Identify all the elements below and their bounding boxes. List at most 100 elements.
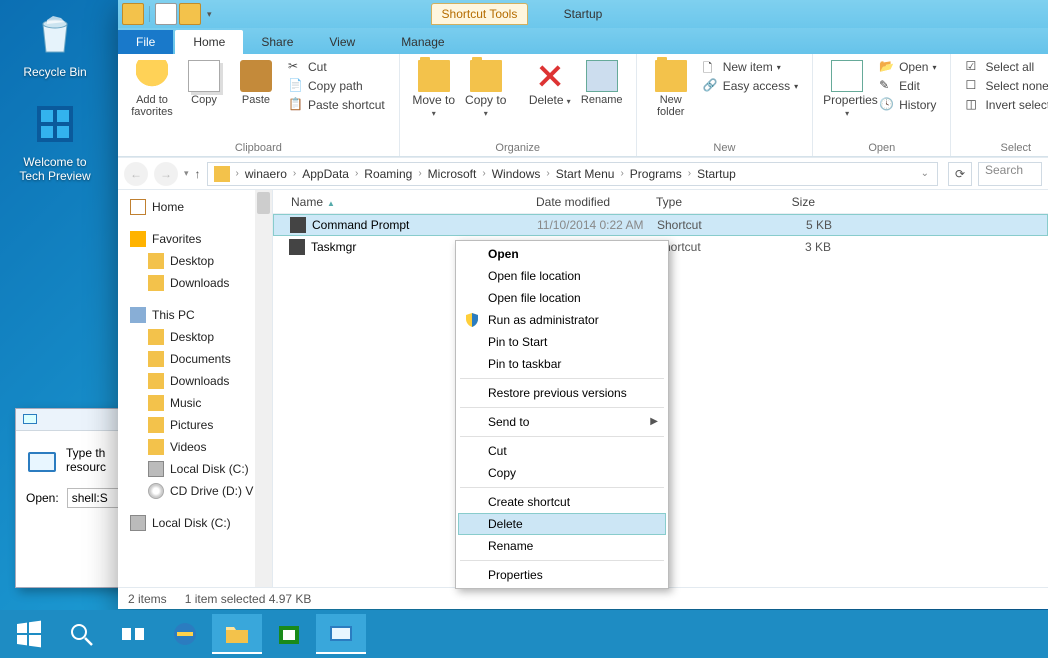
run-titlebar[interactable] [16, 409, 134, 431]
nav-back-button[interactable]: ← [124, 162, 148, 186]
status-item-count: 2 items [128, 592, 167, 606]
sidebar-item-pictures[interactable]: Pictures [126, 414, 272, 436]
sidebar-item-videos[interactable]: Videos [126, 436, 272, 458]
sidebar-item-downloads2[interactable]: Downloads [126, 370, 272, 392]
ctx-delete[interactable]: Delete [458, 513, 666, 535]
properties-button[interactable]: Properties ▾ [823, 58, 871, 119]
start-button[interactable] [4, 614, 54, 654]
paste-shortcut-button[interactable]: 📋Paste shortcut [284, 96, 389, 114]
open-icon: 📂 [879, 59, 895, 75]
file-row-commandprompt[interactable]: Command Prompt 11/10/2014 0:22 AM Shortc… [273, 214, 1048, 236]
shield-icon [464, 312, 480, 328]
tab-file[interactable]: File [118, 30, 173, 54]
taskbar-ie[interactable] [160, 614, 210, 654]
ctx-open[interactable]: Open [458, 243, 666, 265]
nav-pane: Home Favorites Desktop Downloads This PC… [118, 190, 273, 587]
history-button[interactable]: 🕓History [875, 96, 940, 114]
copy-path-icon: 📄 [288, 78, 304, 94]
taskbar [0, 610, 1048, 658]
run-text: Type th [66, 446, 106, 460]
qat-newfolder-icon[interactable] [179, 3, 201, 25]
nav-up-button[interactable]: ↑ [195, 167, 201, 181]
star-icon [130, 231, 146, 247]
cut-button[interactable]: ✂Cut [284, 58, 389, 76]
sidebar-item-desktop2[interactable]: Desktop [126, 326, 272, 348]
search-icon [67, 620, 95, 648]
windows-icon [15, 620, 43, 648]
qat-customize-icon[interactable]: ▾ [203, 9, 216, 20]
ctx-restore[interactable]: Restore previous versions [458, 382, 666, 404]
ctx-run-admin[interactable]: Run as administrator [458, 309, 666, 331]
select-all-button[interactable]: ☑Select all [961, 58, 1048, 76]
folder-icon [655, 60, 687, 92]
easy-access-button[interactable]: 🔗Easy access ▾ [699, 77, 802, 95]
sidebar-item-home[interactable]: Home [126, 196, 272, 218]
recycle-bin[interactable]: Recycle Bin [15, 10, 95, 79]
disk-icon [148, 461, 164, 477]
ctx-pin-taskbar[interactable]: Pin to taskbar [458, 353, 666, 375]
open-button[interactable]: 📂Open ▾ [875, 58, 940, 76]
new-item-button[interactable]: 🗋New item ▾ [699, 58, 802, 76]
ctx-open-location-1[interactable]: Open file location [458, 265, 666, 287]
sort-asc-icon: ▲ [327, 199, 335, 208]
ctx-cut[interactable]: Cut [458, 440, 666, 462]
add-to-favorites-button[interactable]: Add to favorites [128, 58, 176, 118]
sidebar-item-desktop[interactable]: Desktop [126, 250, 272, 272]
tab-manage[interactable]: Manage [383, 30, 462, 54]
taskview-button[interactable] [108, 614, 158, 654]
taskbar-explorer[interactable] [212, 614, 262, 654]
sidebar-item-music[interactable]: Music [126, 392, 272, 414]
sidebar-item-documents[interactable]: Documents [126, 348, 272, 370]
breadcrumb[interactable]: › winaero› AppData› Roaming› Microsoft› … [207, 162, 938, 186]
paste-shortcut-icon: 📋 [288, 97, 304, 113]
tab-home[interactable]: Home [175, 30, 243, 54]
ctx-properties[interactable]: Properties [458, 564, 666, 586]
ctx-rename[interactable]: Rename [458, 535, 666, 557]
chevron-down-icon[interactable]: ⌄ [919, 168, 931, 179]
nav-forward-button[interactable]: → [154, 162, 178, 186]
sidebar-item-localdiskc[interactable]: Local Disk (C:) [126, 458, 272, 480]
copy-button[interactable]: Copy [180, 58, 228, 106]
delete-button[interactable]: Delete ▾ [526, 58, 574, 107]
ctx-copy[interactable]: Copy [458, 462, 666, 484]
sidebar-item-thispc[interactable]: This PC [126, 304, 272, 326]
paste-button[interactable]: Paste [232, 58, 280, 106]
ctx-create-shortcut[interactable]: Create shortcut [458, 491, 666, 513]
invert-selection-button[interactable]: ◫Invert selection [961, 96, 1048, 114]
explorer-titlebar[interactable]: ▾ Shortcut Tools Startup [118, 0, 1048, 28]
group-new-label: New [647, 140, 802, 156]
shortcut-icon [289, 239, 305, 255]
sidebar-item-downloads[interactable]: Downloads [126, 272, 272, 294]
taskbar-store[interactable] [264, 614, 314, 654]
qat-folder-icon[interactable] [122, 3, 144, 25]
sidebar-item-favorites[interactable]: Favorites [126, 228, 272, 250]
nav-recent-icon[interactable]: ▾ [184, 168, 189, 179]
select-none-button[interactable]: ☐Select none [961, 77, 1048, 95]
context-menu: Open Open file location Open file locati… [455, 240, 669, 589]
rename-button[interactable]: Rename [578, 58, 626, 106]
scissors-icon: ✂ [288, 59, 304, 75]
new-folder-button[interactable]: New folder [647, 58, 695, 118]
tab-view[interactable]: View [311, 30, 373, 54]
folder-icon [214, 166, 230, 182]
search-button[interactable] [56, 614, 106, 654]
sidebar-item-localdiskc2[interactable]: Local Disk (C:) [126, 512, 272, 534]
ctx-pin-start[interactable]: Pin to Start [458, 331, 666, 353]
status-selection: 1 item selected 4.97 KB [185, 592, 312, 606]
tab-share[interactable]: Share [243, 30, 311, 54]
ctx-open-location-2[interactable]: Open file location [458, 287, 666, 309]
ribbon: Add to favorites Copy Paste ✂Cut 📄Copy p… [118, 54, 1048, 157]
sidebar-scrollbar[interactable] [255, 190, 272, 587]
copy-to-button[interactable]: Copy to ▾ [462, 58, 510, 119]
refresh-button[interactable]: ⟳ [948, 162, 972, 186]
tech-preview-shortcut[interactable]: Welcome to Tech Preview [15, 100, 95, 183]
ctx-send-to[interactable]: Send to▶ [458, 411, 666, 433]
sidebar-item-cddrive[interactable]: CD Drive (D:) V [126, 480, 272, 502]
search-input[interactable]: Search [978, 162, 1042, 186]
column-headers[interactable]: Name▲ Date modified Type Size [273, 190, 1048, 214]
move-to-button[interactable]: Move to ▾ [410, 58, 458, 119]
copy-path-button[interactable]: 📄Copy path [284, 77, 389, 95]
edit-button[interactable]: ✎Edit [875, 77, 940, 95]
taskbar-run[interactable] [316, 614, 366, 654]
qat-properties-icon[interactable] [155, 3, 177, 25]
